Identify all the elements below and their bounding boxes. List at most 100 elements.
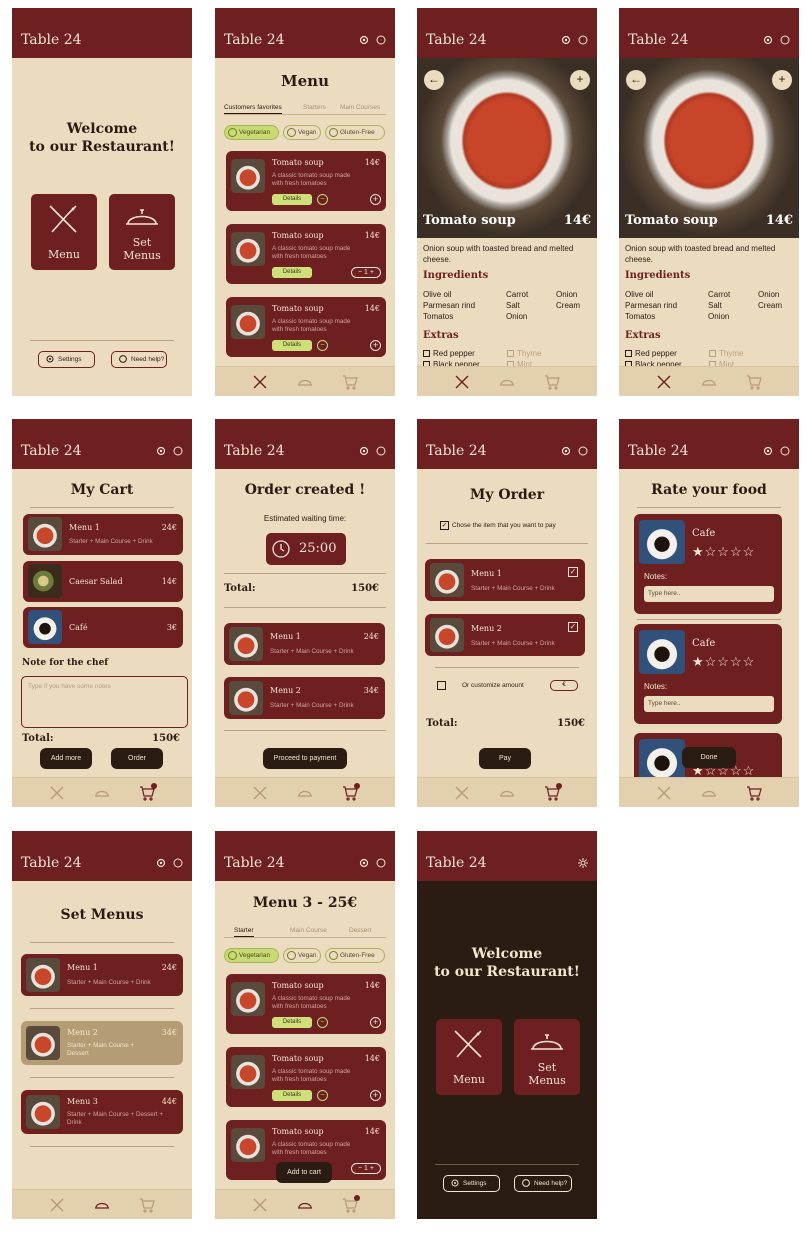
help-button[interactable]: Need help? bbox=[111, 351, 167, 368]
help-icon[interactable] bbox=[578, 446, 588, 456]
custom-amount-checkbox[interactable] bbox=[437, 681, 446, 690]
gear-icon[interactable] bbox=[561, 446, 571, 456]
select-all-checkbox[interactable]: ✓ bbox=[440, 521, 449, 530]
add-icon[interactable]: + bbox=[570, 70, 590, 90]
extra-checkbox[interactable]: Thyme bbox=[507, 349, 541, 358]
cloche-icon[interactable] bbox=[701, 785, 717, 801]
notes-field[interactable]: Type here.. bbox=[644, 696, 774, 712]
settings-button[interactable]: Settings bbox=[443, 1175, 500, 1192]
amount-input[interactable]: € bbox=[550, 680, 578, 691]
add-to-cart-button[interactable]: Add to cart bbox=[276, 1162, 332, 1183]
gear-icon[interactable] bbox=[359, 35, 369, 45]
extra-checkbox[interactable]: Thyme bbox=[709, 349, 743, 358]
cart-icon[interactable] bbox=[746, 785, 762, 801]
menu-button[interactable]: Menu bbox=[31, 194, 97, 270]
item-checkbox[interactable]: ✓ bbox=[568, 567, 578, 577]
gear-icon[interactable] bbox=[156, 858, 166, 868]
cloche-icon[interactable] bbox=[297, 1197, 313, 1213]
cart-item[interactable]: Menu 1 24€ Starter + Main Course + Drink bbox=[23, 514, 183, 555]
help-icon[interactable] bbox=[578, 35, 588, 45]
notes-field[interactable]: Type here.. bbox=[644, 586, 774, 602]
fork-knife-icon[interactable] bbox=[252, 785, 268, 801]
extra-checkbox[interactable]: Red pepper bbox=[625, 349, 677, 358]
help-icon[interactable] bbox=[376, 858, 386, 868]
cloche-icon[interactable] bbox=[297, 785, 313, 801]
cart-item[interactable]: Café 3€ bbox=[23, 607, 183, 648]
menu-button[interactable]: Menu bbox=[436, 1019, 502, 1095]
gear-icon[interactable] bbox=[763, 446, 773, 456]
quantity-stepper[interactable]: − 1 + bbox=[351, 1163, 381, 1174]
fork-knife-icon[interactable] bbox=[49, 785, 65, 801]
star-rating[interactable]: ★☆☆☆☆ bbox=[692, 544, 755, 560]
cart-icon[interactable] bbox=[746, 374, 762, 390]
cloche-icon[interactable] bbox=[297, 374, 313, 390]
cart-icon[interactable] bbox=[139, 1197, 155, 1213]
tab-main-course[interactable]: Main Course bbox=[290, 927, 327, 934]
cart-icon[interactable] bbox=[544, 374, 560, 390]
help-icon[interactable] bbox=[173, 446, 183, 456]
order-button[interactable]: Order bbox=[111, 748, 163, 769]
fork-knife-icon[interactable] bbox=[454, 374, 470, 390]
help-icon[interactable] bbox=[173, 858, 183, 868]
cloche-icon[interactable] bbox=[94, 1197, 110, 1213]
help-icon[interactable] bbox=[780, 35, 790, 45]
menu-item-card[interactable]: Tomato soup 14€ A classic tomato soup ma… bbox=[226, 974, 386, 1034]
chip-gluten-free[interactable]: Gluten-Free bbox=[325, 125, 385, 140]
item-checkbox[interactable]: ✓ bbox=[568, 622, 578, 632]
set-menu-item[interactable]: Menu 1 24€ Starter + Main Course + Drink bbox=[21, 954, 183, 996]
add-icon[interactable]: + bbox=[370, 1017, 381, 1028]
add-icon[interactable]: + bbox=[772, 70, 792, 90]
back-arrow-icon[interactable]: ← bbox=[424, 70, 444, 90]
fork-knife-icon[interactable] bbox=[252, 1197, 268, 1213]
chip-vegan[interactable]: Vegan bbox=[283, 948, 321, 963]
help-icon[interactable] bbox=[376, 35, 386, 45]
menu-item-card[interactable]: Tomato soup 14€ A classic tomato soup ma… bbox=[226, 297, 386, 357]
chip-vegan[interactable]: Vegan bbox=[283, 125, 321, 140]
order-item[interactable]: Menu 2 Starter + Main Course + Drink ✓ bbox=[425, 614, 585, 656]
back-arrow-icon[interactable]: ← bbox=[626, 70, 646, 90]
fork-knife-icon[interactable] bbox=[49, 1197, 65, 1213]
fork-knife-icon[interactable] bbox=[656, 785, 672, 801]
star-rating[interactable]: ★☆☆☆☆ bbox=[692, 654, 755, 670]
set-menus-button[interactable]: Set Menus bbox=[514, 1019, 580, 1095]
cloche-icon[interactable] bbox=[499, 374, 515, 390]
chip-vegetarian[interactable]: Vegetarian bbox=[224, 948, 279, 963]
help-icon[interactable] bbox=[376, 446, 386, 456]
fork-knife-icon[interactable] bbox=[656, 374, 672, 390]
help-button[interactable]: Need help? bbox=[514, 1175, 572, 1192]
tab-starter[interactable]: Starter bbox=[234, 927, 254, 937]
order-item[interactable]: Menu 1 Starter + Main Course + Drink ✓ bbox=[425, 559, 585, 601]
menu-item-card[interactable]: Tomato soup 14€ A classic tomato soup ma… bbox=[226, 151, 386, 211]
set-menus-button[interactable]: Set Menus bbox=[109, 194, 175, 270]
cart-tab[interactable] bbox=[544, 783, 562, 801]
chef-note-field[interactable]: Type if you have some notes bbox=[21, 676, 188, 728]
tab-customers-favorites[interactable]: Customers favorites bbox=[224, 104, 282, 114]
details-button[interactable]: Details bbox=[272, 1017, 312, 1028]
set-menu-item[interactable]: Menu 2 34€ Starter + Main Course + Desse… bbox=[21, 1021, 183, 1065]
cart-tab[interactable] bbox=[342, 783, 360, 801]
add-more-button[interactable]: Add more bbox=[40, 748, 92, 769]
cart-tab[interactable] bbox=[139, 783, 157, 801]
tab-starters[interactable]: Starters bbox=[303, 104, 326, 111]
fork-knife-icon[interactable] bbox=[454, 785, 470, 801]
gear-icon[interactable] bbox=[763, 35, 773, 45]
gear-icon[interactable] bbox=[561, 35, 571, 45]
add-icon[interactable]: + bbox=[370, 340, 381, 351]
proceed-payment-button[interactable]: Proceed to payment bbox=[263, 748, 347, 769]
cart-item[interactable]: Caesar Salad 14€ bbox=[23, 561, 183, 602]
quantity-stepper[interactable]: − 1 + bbox=[351, 267, 381, 278]
gear-icon[interactable] bbox=[156, 446, 166, 456]
done-button[interactable]: Done bbox=[682, 747, 736, 768]
details-button[interactable]: Details bbox=[272, 267, 312, 278]
details-button[interactable]: Details bbox=[272, 1090, 312, 1101]
help-icon[interactable] bbox=[780, 446, 790, 456]
pay-button[interactable]: Pay bbox=[479, 748, 531, 769]
sun-icon[interactable] bbox=[578, 858, 588, 868]
chip-vegetarian[interactable]: Vegetarian bbox=[224, 125, 279, 140]
cloche-icon[interactable] bbox=[499, 785, 515, 801]
add-icon[interactable]: + bbox=[370, 1090, 381, 1101]
set-menu-item[interactable]: Menu 3 44€ Starter + Main Course + Desse… bbox=[21, 1090, 183, 1134]
add-icon[interactable]: + bbox=[370, 194, 381, 205]
fork-knife-icon[interactable] bbox=[252, 374, 268, 390]
menu-item-card[interactable]: Tomato soup 14€ A classic tomato soup ma… bbox=[226, 224, 386, 284]
